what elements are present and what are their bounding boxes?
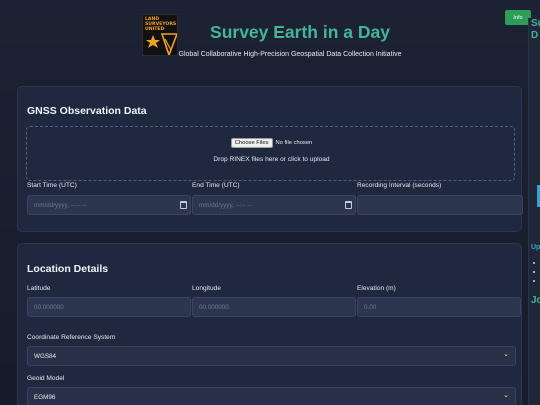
- latitude-label: Latitude: [27, 285, 51, 292]
- recording-interval-input[interactable]: [357, 195, 523, 215]
- page-title: Survey Earth in a Day: [210, 22, 390, 42]
- side-bullet: [533, 280, 535, 282]
- latitude-placeholder: 00.000000: [34, 303, 64, 311]
- end-time-label: End Time (UTC): [192, 182, 240, 189]
- elevation-placeholder: 0.00: [364, 303, 377, 311]
- crs-select[interactable]: WGS84 ⌄: [27, 346, 516, 366]
- gnss-observation-card: GNSS Observation Data Choose Files No fi…: [17, 86, 523, 232]
- gnss-card-title: GNSS Observation Data: [27, 105, 147, 117]
- chevron-down-icon[interactable]: ⌄: [503, 391, 509, 399]
- location-details-card: Location Details Latitude 00.000000 Long…: [17, 243, 522, 405]
- start-time-placeholder: mm/dd/yyyy, --:-- --: [34, 201, 87, 209]
- calendar-icon[interactable]: [180, 201, 187, 209]
- side-heading-3: Jo: [531, 295, 540, 306]
- side-bullet: [533, 262, 535, 264]
- rinex-dropzone[interactable]: Choose Files No file chosen Drop RINEX f…: [26, 126, 515, 181]
- side-heading-1: Su: [531, 18, 540, 29]
- latitude-input[interactable]: 00.000000: [27, 297, 191, 317]
- location-card-title: Location Details: [27, 263, 109, 275]
- crs-selected-value: WGS84: [34, 352, 57, 360]
- logo-text: LAND SURVEYORS UNITED: [145, 17, 177, 33]
- side-bullet: [533, 271, 535, 273]
- longitude-input[interactable]: 00.000000: [192, 297, 356, 317]
- calendar-icon[interactable]: [345, 201, 352, 209]
- start-time-label: Start Time (UTC): [27, 182, 77, 189]
- longitude-placeholder: 00.000000: [199, 303, 229, 311]
- end-time-placeholder: mm/dd/yyyy, --:-- --: [199, 201, 252, 209]
- no-file-text: No file chosen: [275, 140, 313, 146]
- start-time-input[interactable]: mm/dd/yyyy, --:-- --: [27, 195, 191, 215]
- recording-interval-label: Recording Interval (seconds): [357, 182, 442, 189]
- geoid-model-label: Geoid Model: [27, 375, 65, 382]
- choose-files-button[interactable]: Choose Files: [230, 138, 273, 148]
- page-header: LAND SURVEYORS UNITED Survey Earth in a …: [0, 0, 540, 82]
- side-panel: [528, 18, 540, 405]
- elevation-label: Elevation (m): [357, 285, 396, 292]
- geoid-model-select[interactable]: EGM96 ⌄: [27, 387, 516, 405]
- land-surveyors-united-logo: LAND SURVEYORS UNITED: [142, 14, 178, 56]
- longitude-label: Longitude: [192, 285, 221, 292]
- file-input[interactable]: Choose Files No file chosen: [27, 138, 516, 148]
- page-subtitle: Global Collaborative High-Precision Geos…: [178, 51, 402, 58]
- end-time-input[interactable]: mm/dd/yyyy, --:-- --: [192, 195, 356, 215]
- dropzone-hint: Drop RINEX files here or click to upload: [213, 156, 330, 163]
- side-heading-2: D: [531, 30, 539, 41]
- geoid-selected-value: EGM96: [34, 393, 56, 401]
- side-link[interactable]: Up: [531, 244, 540, 251]
- chevron-down-icon[interactable]: ⌄: [503, 350, 509, 358]
- elevation-input[interactable]: 0.00: [357, 297, 521, 317]
- crs-label: Coordinate Reference System: [27, 334, 116, 341]
